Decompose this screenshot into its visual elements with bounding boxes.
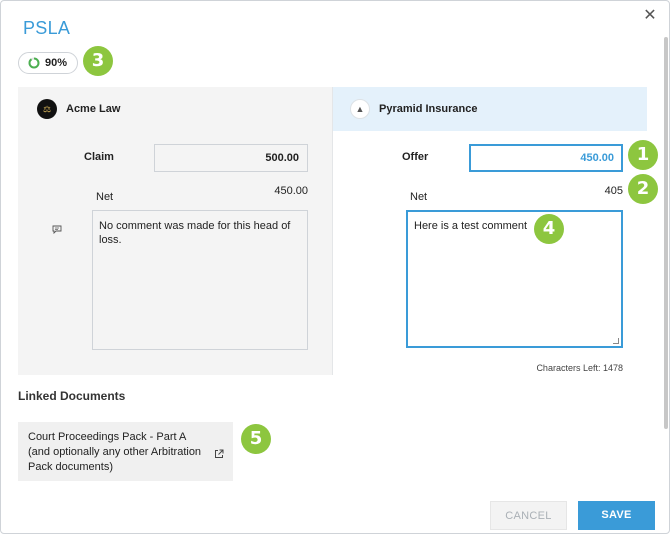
dialog-title: PSLA — [23, 18, 71, 38]
claim-amount-field: 500.00 — [154, 144, 308, 172]
pyramid-icon: ▲ — [350, 99, 370, 119]
progress-label: 90% — [45, 57, 68, 69]
respondent-name: Pyramid Insurance — [379, 103, 478, 115]
callout-badge-1: 1 — [628, 140, 658, 170]
callout-badge-2: 2 — [628, 174, 658, 204]
claimant-net-label: Net — [96, 191, 114, 203]
respondent-party: ▲ Pyramid Insurance — [350, 99, 477, 119]
characters-left-counter: Characters Left: 1478 — [536, 363, 623, 373]
linked-documents-heading: Linked Documents — [18, 389, 126, 403]
callout-badge-3: 3 — [83, 46, 113, 76]
progress-ring-icon — [28, 57, 40, 69]
respondent-comment-text: Here is a test comment — [414, 220, 528, 232]
claim-label: Claim — [84, 151, 114, 163]
cancel-button[interactable]: CANCEL — [490, 501, 567, 530]
claimant-comment: No comment was made for this head of los… — [92, 210, 308, 350]
callout-badge-4: 4 — [534, 214, 564, 244]
offer-label: Offer — [402, 151, 429, 163]
resize-handle[interactable] — [613, 338, 619, 344]
close-icon[interactable]: ✕ — [641, 7, 659, 25]
linked-document-item[interactable]: Court Proceedings Pack - Part A (and opt… — [18, 422, 233, 481]
progress-indicator: 90% — [18, 52, 78, 74]
external-link-icon[interactable] — [214, 449, 224, 459]
linked-document-label: Court Proceedings Pack - Part A (and opt… — [28, 431, 202, 473]
respondent-net-label: Net — [410, 191, 428, 203]
claimant-name: Acme Law — [66, 103, 121, 115]
scales-of-justice-icon: ⚖ — [37, 99, 57, 119]
respondent-net-value: 405 — [604, 185, 623, 197]
offer-amount-input[interactable]: 450.00 — [469, 144, 623, 172]
scrollbar[interactable] — [664, 37, 668, 429]
save-button[interactable]: SAVE — [578, 501, 655, 530]
head-of-loss-dialog: PSLA ✕ 90% 3 ⚖ Acme Law Claim 500.00 Net… — [0, 0, 670, 534]
claimant-party: ⚖ Acme Law — [37, 99, 120, 119]
callout-badge-5: 5 — [241, 424, 271, 454]
comment-icon — [52, 225, 62, 234]
respondent-comment-input[interactable]: Here is a test comment — [406, 210, 623, 348]
claimant-net-value: 450.00 — [274, 185, 308, 197]
panel-divider — [332, 87, 333, 375]
